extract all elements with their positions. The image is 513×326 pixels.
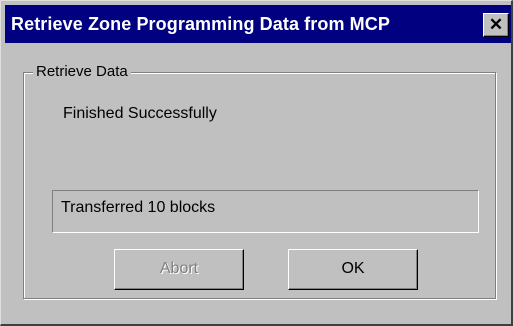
ok-button[interactable]: OK — [288, 249, 418, 290]
progress-field: Transferred 10 blocks — [52, 190, 479, 233]
groupbox-label: Retrieve Data — [33, 62, 131, 82]
window-title: Retrieve Zone Programming Data from MCP — [11, 14, 390, 34]
progress-text: Transferred 10 blocks — [61, 199, 216, 216]
close-button[interactable]: ✕ — [483, 13, 509, 37]
abort-button[interactable]: Abort — [114, 249, 244, 290]
retrieve-data-dialog: Retrieve Zone Programming Data from MCP … — [0, 0, 513, 326]
title-bar[interactable]: Retrieve Zone Programming Data from MCP … — [5, 5, 511, 43]
status-text: Finished Successfully — [63, 105, 217, 122]
close-icon: ✕ — [488, 15, 504, 34]
